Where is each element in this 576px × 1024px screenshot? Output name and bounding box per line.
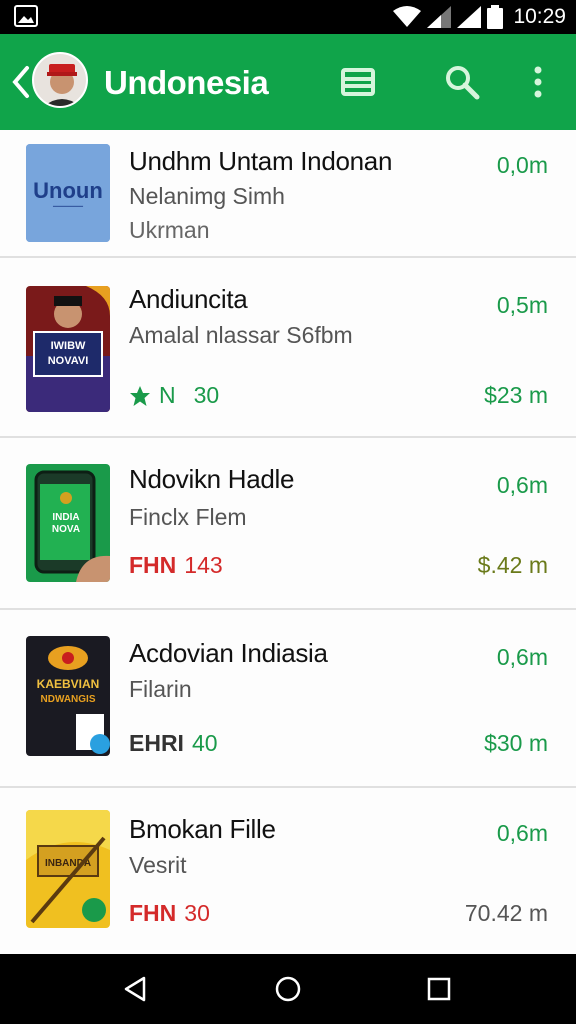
system-nav-bar <box>0 954 576 1024</box>
item-size: 0,6m <box>496 472 548 498</box>
status-bar: 10:29 <box>0 0 576 34</box>
item-tag: FHN 30 <box>129 900 210 927</box>
item-price: $23 m <box>484 382 548 408</box>
svg-text:━━━━━━━━━━: ━━━━━━━━━━ <box>52 204 84 210</box>
app-logo-icon: Unoun ━━━━━━━━━━ <box>26 144 110 242</box>
item-size: 0,6m <box>496 644 548 670</box>
person-avatar-icon <box>34 54 86 106</box>
item-thumbnail: Unoun ━━━━━━━━━━ <box>26 144 110 242</box>
more-vert-icon[interactable] <box>518 62 558 102</box>
back-arrow-icon[interactable] <box>10 64 32 100</box>
badge-text: EHRI <box>129 730 184 756</box>
item-tag: FHN 143 <box>129 552 223 579</box>
item-size: 0,0m <box>496 152 548 178</box>
item-size: 0,5m <box>496 292 548 318</box>
svg-text:NOVA: NOVA <box>52 524 80 535</box>
svg-text:NOVAVI: NOVAVI <box>48 355 89 367</box>
svg-text:NDWANGIS: NDWANGIS <box>41 694 96 705</box>
wifi-icon <box>393 6 422 27</box>
item-rating: N 30 <box>129 382 219 409</box>
svg-text:INDIA: INDIA <box>52 512 79 523</box>
list-item[interactable]: INBANDA Bmokan Fille Vesrit 0,6m FHN 30 … <box>0 788 576 954</box>
item-thumbnail: IWIBW NOVAVI <box>26 286 110 412</box>
status-time: 10:29 <box>513 5 566 28</box>
app-bar: Undonesia <box>0 34 576 130</box>
badge-value: 30 <box>193 382 220 408</box>
app-cover-icon: IWIBW NOVAVI <box>26 286 110 412</box>
list-item[interactable]: IWIBW NOVAVI Andiuncita Amalal nlassar S… <box>0 258 576 438</box>
item-subtitle: Finclx Flem <box>129 504 247 530</box>
item-subtitle-2: Ukrman <box>129 217 210 243</box>
item-name: Andiuncita <box>129 284 248 314</box>
nav-back-icon[interactable] <box>120 974 150 1004</box>
badge-text: FHN <box>129 900 177 926</box>
list-item[interactable]: Unoun ━━━━━━━━━━ Undhm Untam Indonan Nel… <box>0 130 576 258</box>
signal-icon <box>427 6 452 28</box>
app-title: Undonesia <box>104 64 269 101</box>
list-item[interactable]: KAEBVIAN NDWANGIS Acdovian Indiasia Fila… <box>0 610 576 788</box>
badge-text: N <box>159 382 176 408</box>
badge-value: 143 <box>184 552 223 578</box>
search-icon[interactable] <box>442 62 482 102</box>
avatar[interactable] <box>32 52 88 108</box>
item-thumbnail: KAEBVIAN NDWANGIS <box>26 636 110 756</box>
view-list-icon[interactable] <box>338 62 378 102</box>
item-thumbnail: INBANDA <box>26 810 110 928</box>
svg-text:IWIBW: IWIBW <box>51 340 86 352</box>
item-subtitle: Amalal nlassar S6fbm <box>129 322 353 348</box>
badge-value: 30 <box>184 900 210 926</box>
badge-value: 40 <box>191 730 218 756</box>
book-cover-icon: KAEBVIAN NDWANGIS <box>26 636 110 756</box>
item-subtitle: Filarin <box>129 676 192 702</box>
item-name: Ndovikn Hadle <box>129 464 295 494</box>
item-name: Bmokan Fille <box>129 814 276 844</box>
svg-text:KAEBVIAN: KAEBVIAN <box>37 677 100 691</box>
book-cover-icon: INBANDA <box>26 810 110 928</box>
thumb-text: Unoun <box>33 178 103 203</box>
item-thumbnail: INDIA NOVA <box>26 464 110 582</box>
nav-home-icon[interactable] <box>273 974 303 1004</box>
item-price: 70.42 m <box>464 900 548 926</box>
list-item[interactable]: INDIA NOVA Ndovikn Hadle Finclx Flem 0,6… <box>0 438 576 610</box>
phone-app-icon: INDIA NOVA <box>26 464 110 582</box>
item-subtitle: Vesrit <box>129 852 187 878</box>
item-tag: EHRI 40 <box>129 730 218 757</box>
battery-icon <box>487 5 504 29</box>
image-notification-icon <box>14 5 38 27</box>
item-price: $.42 m <box>477 552 548 578</box>
star-icon <box>130 385 150 406</box>
item-name: Undhm Untam Indonan <box>129 146 393 176</box>
signal-icon-2 <box>457 6 482 28</box>
badge-text: FHN <box>129 552 177 578</box>
item-size: 0,6m <box>496 820 548 846</box>
item-subtitle: Nelanimg Simh <box>129 183 285 209</box>
app-list[interactable]: Unoun ━━━━━━━━━━ Undhm Untam Indonan Nel… <box>0 130 576 954</box>
item-price: $30 m <box>484 730 548 756</box>
nav-recents-icon[interactable] <box>424 974 454 1004</box>
item-name: Acdovian Indiasia <box>129 638 328 668</box>
